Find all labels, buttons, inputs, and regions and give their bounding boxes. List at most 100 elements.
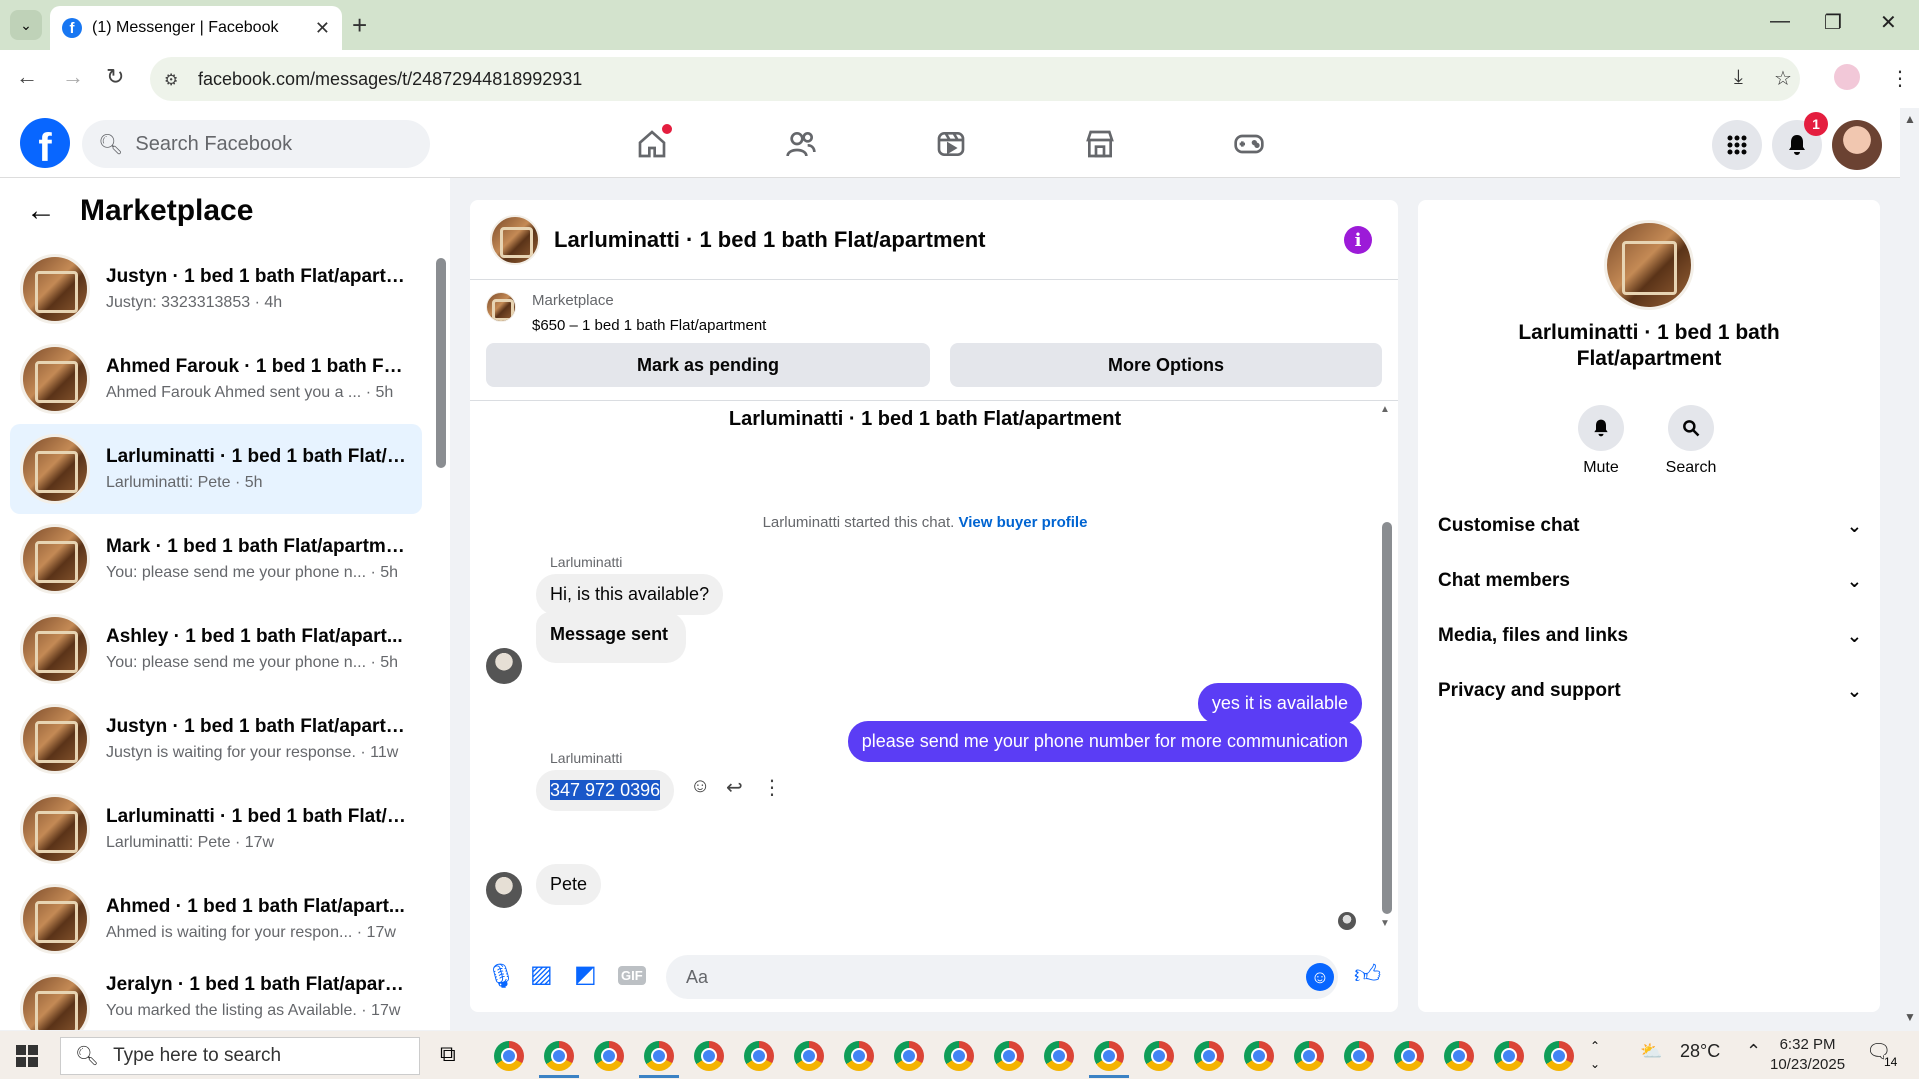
install-app-icon[interactable]: ⤓ — [1734, 66, 1743, 89]
browser-tab[interactable]: f (1) Messenger | Facebook ✕ — [50, 6, 342, 50]
listing-thumbnail[interactable] — [490, 214, 540, 265]
marketplace-icon[interactable] — [1070, 122, 1130, 166]
home-icon[interactable] — [622, 122, 682, 166]
tab-close-icon[interactable]: ✕ — [315, 18, 330, 39]
conversation-item[interactable]: Ashley · 1 bed 1 bath Flat/apart... You: … — [10, 604, 422, 694]
chrome-icon[interactable] — [1044, 1041, 1074, 1071]
chrome-icon[interactable] — [744, 1041, 774, 1071]
chrome-icon[interactable] — [1244, 1041, 1274, 1071]
conversation-item[interactable]: Ahmed Farouk · 1 bed 1 bath Fla... Ahmed … — [10, 334, 422, 424]
chrome-icon[interactable] — [894, 1041, 924, 1071]
mark-as-pending-button[interactable]: Mark as pending — [486, 343, 930, 387]
media-files-links-section[interactable]: Media, files and links ⌄ — [1438, 614, 1862, 658]
chat-scrollbar[interactable] — [1382, 522, 1392, 914]
chrome-icon[interactable] — [844, 1041, 874, 1071]
weather-temperature[interactable]: 28°C — [1680, 1041, 1720, 1062]
outgoing-message[interactable]: please send me your phone number for mor… — [847, 721, 1362, 762]
video-icon[interactable] — [921, 122, 981, 166]
conversation-item[interactable]: Mark · 1 bed 1 bath Flat/apartme... You: … — [10, 514, 422, 604]
chrome-icon[interactable] — [1344, 1041, 1374, 1071]
reload-icon[interactable]: ↻ — [106, 64, 124, 90]
incoming-message[interactable]: 347 972 0396 — [536, 770, 675, 811]
chrome-icon[interactable] — [644, 1041, 674, 1071]
windows-start-icon[interactable] — [16, 1045, 38, 1067]
page-scroll-up-icon[interactable]: ▲ — [1904, 112, 1916, 126]
privacy-support-section[interactable]: Privacy and support ⌄ — [1438, 669, 1862, 713]
chat-members-section[interactable]: Chat members ⌄ — [1438, 559, 1862, 603]
restore-icon[interactable]: ❐ — [1824, 10, 1842, 35]
incoming-message[interactable]: Pete — [536, 864, 602, 905]
listing-title[interactable]: $650 – 1 bed 1 bath Flat/apartment — [532, 317, 766, 334]
chrome-icon[interactable] — [544, 1041, 574, 1071]
chrome-icon[interactable] — [1144, 1041, 1174, 1071]
scroll-up-icon[interactable]: ▲ — [1380, 404, 1390, 415]
page-scroll-down-icon[interactable]: ▼ — [1904, 1010, 1916, 1024]
sidebar-scrollbar[interactable] — [436, 258, 446, 468]
incoming-message[interactable]: Hi, is this available? — [536, 574, 724, 615]
taskbar-search-input[interactable]: 🔍︎ Type here to search — [60, 1037, 420, 1075]
microphone-icon[interactable]: 🎙︎ — [486, 962, 516, 991]
chrome-icon[interactable] — [794, 1041, 824, 1071]
facebook-logo-icon[interactable]: f — [20, 118, 70, 168]
weather-icon[interactable]: ⛅ — [1640, 1041, 1662, 1062]
chrome-icon[interactable] — [594, 1041, 624, 1071]
info-icon[interactable]: i — [1344, 226, 1372, 254]
friends-icon[interactable] — [771, 122, 831, 166]
chrome-icon[interactable] — [1394, 1041, 1424, 1071]
chrome-icon[interactable] — [694, 1041, 724, 1071]
sender-avatar[interactable] — [486, 648, 522, 684]
chrome-icon[interactable] — [1294, 1041, 1324, 1071]
chrome-icon[interactable] — [994, 1041, 1024, 1071]
chrome-icon[interactable] — [1544, 1041, 1574, 1071]
customise-chat-section[interactable]: Customise chat ⌄ — [1438, 504, 1862, 548]
reply-icon[interactable]: ↩ — [726, 775, 743, 800]
conversation-item[interactable]: Ahmed · 1 bed 1 bath Flat/apart... Ahmed … — [10, 874, 422, 964]
conversation-item[interactable]: Jeralyn · 1 bed 1 bath Flat/apart... You … — [10, 964, 422, 1030]
chrome-icon[interactable] — [944, 1041, 974, 1071]
message-input[interactable] — [666, 955, 1338, 999]
site-info-icon[interactable]: ⚙ — [164, 70, 178, 90]
chat-header-title[interactable]: Larluminatti · 1 bed 1 bath Flat/apartme… — [554, 227, 986, 253]
conversation-item[interactable]: Larluminatti · 1 bed 1 bath Flat/a... Lar… — [10, 784, 422, 874]
view-buyer-profile-link[interactable]: View buyer profile — [959, 514, 1088, 531]
react-emoji-icon[interactable]: ☺ — [690, 775, 710, 798]
sender-avatar[interactable] — [486, 872, 522, 908]
url-bar[interactable]: facebook.com/messages/t/2487294481899293… — [150, 57, 1800, 101]
chrome-icon[interactable] — [1094, 1041, 1124, 1071]
taskbar-overflow-icon[interactable]: ⌃ ⌄ — [1590, 1037, 1600, 1073]
chrome-icon[interactable] — [1194, 1041, 1224, 1071]
photo-icon[interactable]: ▨ — [530, 960, 553, 989]
taskbar-clock[interactable]: 6:32 PM 10/23/2025 — [1770, 1035, 1845, 1075]
menu-grid-icon[interactable] — [1712, 120, 1762, 170]
forward-icon[interactable]: → — [62, 64, 84, 90]
more-actions-icon[interactable]: ⋮ — [762, 775, 782, 800]
browser-menu-icon[interactable]: ⋮ — [1890, 66, 1910, 91]
scroll-down-icon[interactable]: ▼ — [1380, 918, 1390, 929]
more-options-button[interactable]: More Options — [950, 343, 1382, 387]
selected-phone-number[interactable]: 347 972 0396 — [550, 780, 661, 800]
emoji-icon[interactable]: ☺ — [1306, 963, 1334, 991]
listing-thumbnail-large[interactable] — [1604, 220, 1694, 310]
tab-search-chevron-icon[interactable]: ⌄ — [10, 10, 42, 40]
gif-icon[interactable]: GIF — [618, 966, 646, 985]
chrome-icon[interactable] — [1494, 1041, 1524, 1071]
like-thumbs-up-icon[interactable]: 👍︎ — [1354, 959, 1381, 990]
outgoing-message[interactable]: yes it is available — [1197, 683, 1362, 724]
conversation-item[interactable]: Justyn · 1 bed 1 bath Flat/apartm... Just… — [10, 694, 422, 784]
chrome-icon[interactable] — [1444, 1041, 1474, 1071]
chrome-icon[interactable] — [494, 1041, 524, 1071]
conversation-item[interactable]: Justyn · 1 bed 1 bath Flat/apartm... Just… — [10, 244, 422, 334]
sticker-icon[interactable]: ◩ — [574, 960, 597, 989]
new-tab-button[interactable]: + — [352, 10, 367, 41]
conversation-item-active[interactable]: Larluminatti · 1 bed 1 bath Flat/a... Lar… — [10, 424, 422, 514]
listing-thumbnail[interactable] — [486, 292, 516, 322]
bookmark-star-icon[interactable]: ☆ — [1774, 66, 1792, 91]
facebook-search-input[interactable]: 🔍︎ Search Facebook — [82, 120, 430, 168]
tray-expand-icon[interactable]: ⌃ — [1746, 1041, 1761, 1062]
window-close-icon[interactable]: ✕ — [1880, 10, 1897, 35]
gaming-icon[interactable] — [1219, 122, 1279, 166]
account-avatar[interactable] — [1832, 120, 1882, 170]
back-icon[interactable]: ← — [16, 64, 38, 90]
back-arrow-icon[interactable]: ← — [26, 194, 56, 228]
incoming-message[interactable]: Message sent — [536, 612, 687, 663]
